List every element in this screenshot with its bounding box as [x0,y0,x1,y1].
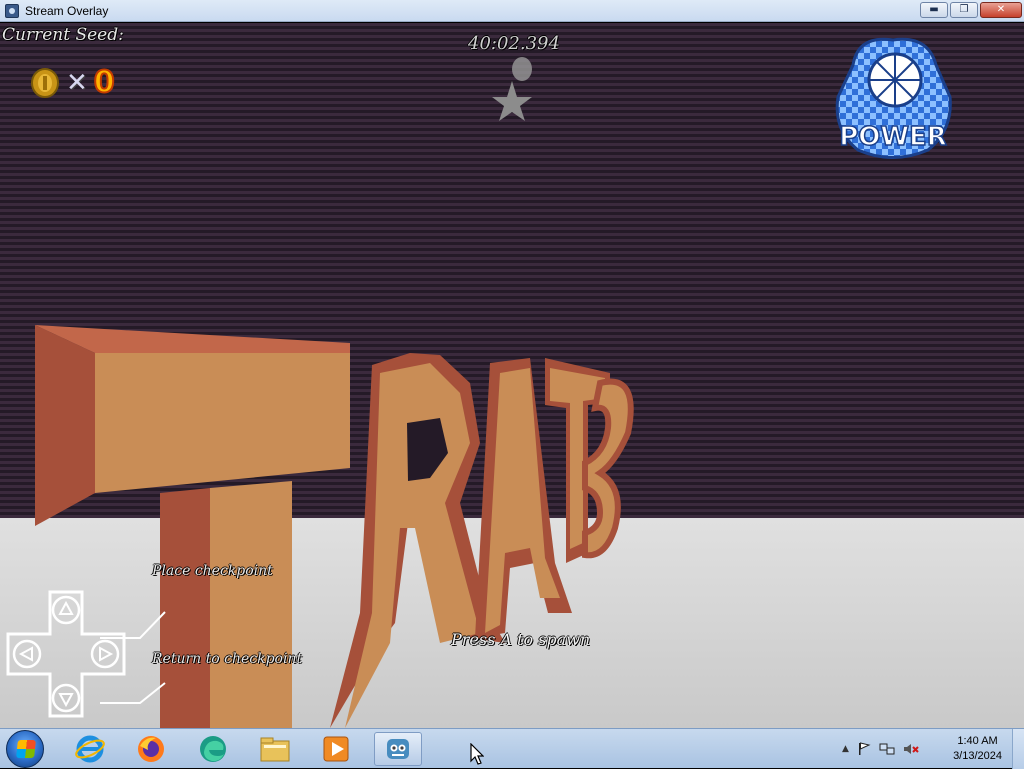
app-icon [5,3,19,18]
volume-muted-icon[interactable] [903,742,919,756]
multiply-icon: ✕ [66,67,88,98]
coin-count: 0 [93,64,116,101]
title-bar[interactable]: Stream Overlay ▬ ❐ ✕ [0,0,1024,22]
dpad-up-button[interactable] [51,595,81,625]
clock[interactable]: 1:40 AM 3/13/2024 [953,734,1002,764]
dpad-right-button[interactable] [90,639,120,669]
dpad-down-button[interactable] [51,683,81,713]
coin-icon [31,67,59,98]
godot-icon[interactable] [374,732,422,766]
coin-counter: ✕ 0 [30,64,116,101]
system-tray: ▲ 1:40 AM 3/13/2024 [834,729,1024,769]
place-checkpoint-label: Place checkpoint [152,563,273,579]
star-icon [492,57,532,121]
minimize-button[interactable]: ▬ [920,2,948,18]
firefox-icon[interactable] [127,732,175,766]
press-to-spawn-prompt: Press A to spawn [451,630,591,649]
show-hidden-icons-icon[interactable]: ▲ [842,744,849,754]
show-desktop-button[interactable] [1012,729,1024,769]
game-viewport[interactable]: Current Seed: ✕ 0 40:02.394 POWER Place … [0,23,1024,728]
file-explorer-icon[interactable] [251,732,299,766]
start-button[interactable] [6,730,44,768]
maximize-button[interactable]: ❐ [950,2,978,18]
action-center-flag-icon[interactable] [857,742,871,756]
clock-date: 3/13/2024 [953,750,1002,762]
media-player-icon[interactable] [312,732,360,766]
edge-icon[interactable] [189,732,237,766]
internet-explorer-icon[interactable] [66,732,114,766]
run-timer: 40:02.394 [468,33,560,54]
current-seed-label: Current Seed: [2,25,124,45]
window-title: Stream Overlay [25,3,109,18]
network-icon[interactable] [879,742,895,756]
dpad-left-button[interactable] [12,639,42,669]
mouse-cursor-icon [470,743,484,765]
close-button[interactable]: ✕ [980,2,1022,18]
power-logo-text: POWER [839,122,947,152]
power-logo: POWER [835,37,952,159]
return-checkpoint-label: Return to checkpoint [152,651,303,667]
window-controls: ▬ ❐ ✕ [920,2,1022,18]
taskbar: ▲ 1:40 AM 3/13/2024 [0,728,1024,769]
dpad-controls [6,590,126,718]
clock-time: 1:40 AM [957,735,998,747]
stream-overlay-window: Stream Overlay ▬ ❐ ✕ Current Seed: ✕ 0 4… [0,0,1024,728]
